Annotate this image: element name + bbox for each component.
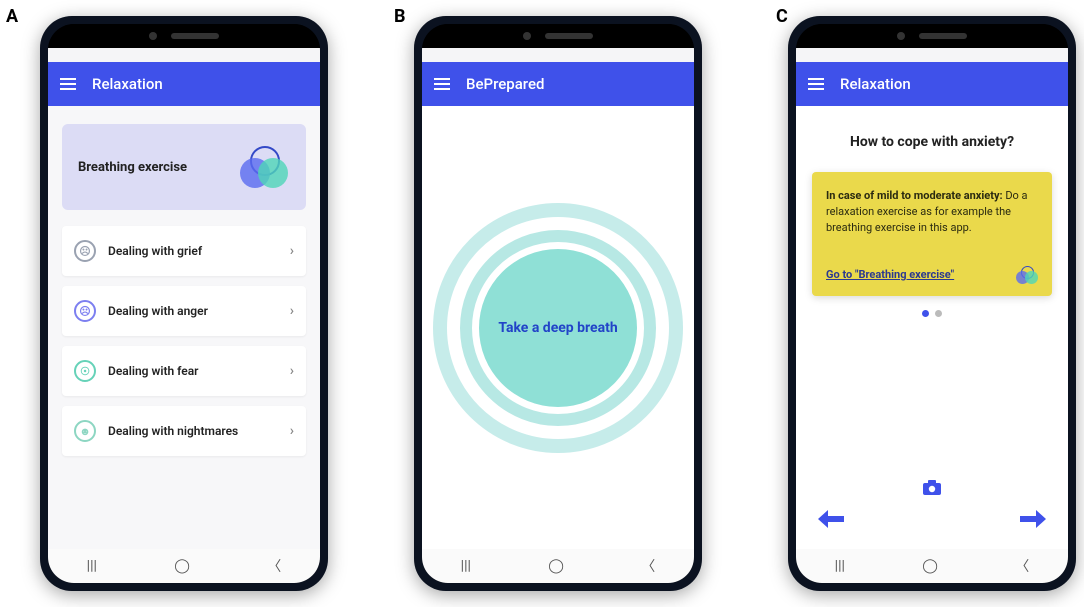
home-button[interactable]: ◯ — [174, 558, 190, 574]
face-angry-icon: ☹ — [74, 300, 96, 322]
prev-arrow-button[interactable] — [816, 507, 846, 537]
chevron-right-icon: › — [290, 303, 294, 319]
list-item-fear[interactable]: ☉ Dealing with fear › — [62, 346, 306, 396]
menu-icon[interactable] — [60, 78, 76, 90]
menu-icon[interactable] — [808, 78, 824, 90]
face-tired-icon: ☻ — [74, 420, 96, 442]
front-camera — [149, 32, 157, 40]
app-title: Relaxation — [92, 75, 163, 93]
hero-title: Breathing exercise — [78, 160, 187, 175]
phone-b: BePrepared Take a deep breath ||| ◯ 〈 — [414, 16, 702, 591]
phone-hardware-top — [422, 24, 694, 48]
list-item-grief[interactable]: ☹ Dealing with grief › — [62, 226, 306, 276]
list-item-label: Dealing with grief — [108, 244, 202, 258]
advice-strong: In case of mild to moderate anxiety: — [826, 189, 1003, 202]
status-bar — [422, 48, 694, 62]
recents-button[interactable]: ||| — [461, 558, 471, 574]
earpiece-speaker — [171, 33, 219, 39]
earpiece-speaker — [545, 33, 593, 39]
back-button[interactable]: 〈 — [1015, 556, 1029, 576]
screen-content: How to cope with anxiety? In case of mil… — [796, 106, 1068, 549]
recents-button[interactable]: ||| — [835, 558, 845, 574]
venn-icon — [1016, 266, 1038, 284]
goto-breathing-link[interactable]: Go to "Breathing exercise" — [826, 266, 1038, 284]
front-camera — [523, 32, 531, 40]
list-item-label: Dealing with anger — [108, 304, 208, 318]
system-nav-bar: ||| ◯ 〈 — [422, 549, 694, 583]
system-nav-bar: ||| ◯ 〈 — [48, 549, 320, 583]
phone-c: Relaxation How to cope with anxiety? In … — [788, 16, 1076, 591]
front-camera — [897, 32, 905, 40]
page-dot-active — [922, 310, 929, 317]
panel-label-b: B — [394, 6, 406, 27]
back-button[interactable]: 〈 — [641, 556, 655, 576]
camera-icon[interactable] — [922, 480, 942, 501]
face-fear-icon: ☉ — [74, 360, 96, 382]
screen-content: Take a deep breath — [422, 106, 694, 549]
screen-content: Breathing exercise ☹ Dealing with grief … — [48, 106, 320, 549]
app-title: BePrepared — [466, 75, 544, 93]
app-bar: Relaxation — [48, 62, 320, 106]
earpiece-speaker — [919, 33, 967, 39]
status-bar — [48, 48, 320, 62]
phone-a: Relaxation Breathing exercise ☹ Dealing … — [40, 16, 328, 591]
system-nav-bar: ||| ◯ 〈 — [796, 549, 1068, 583]
chevron-right-icon: › — [290, 423, 294, 439]
list-item-label: Dealing with fear — [108, 364, 199, 378]
chevron-right-icon: › — [290, 243, 294, 259]
app-title: Relaxation — [840, 75, 911, 93]
phone-hardware-top — [48, 24, 320, 48]
advice-card: In case of mild to moderate anxiety: Do … — [812, 172, 1052, 296]
venn-icon — [236, 146, 290, 188]
menu-icon[interactable] — [434, 78, 450, 90]
back-button[interactable]: 〈 — [267, 556, 281, 576]
panel-label-a: A — [6, 6, 18, 27]
list-item-anger[interactable]: ☹ Dealing with anger › — [62, 286, 306, 336]
app-bar: Relaxation — [796, 62, 1068, 106]
page-indicator — [812, 310, 1052, 317]
home-button[interactable]: ◯ — [548, 558, 564, 574]
list-item-label: Dealing with nightmares — [108, 424, 238, 438]
status-bar — [796, 48, 1068, 62]
chevron-right-icon: › — [290, 363, 294, 379]
list-item-nightmares[interactable]: ☻ Dealing with nightmares › — [62, 406, 306, 456]
panel-label-c: C — [776, 6, 788, 27]
home-button[interactable]: ◯ — [922, 558, 938, 574]
page-dot — [935, 310, 942, 317]
recents-button[interactable]: ||| — [87, 558, 97, 574]
breath-instruction: Take a deep breath — [498, 320, 617, 336]
page-heading: How to cope with anxiety? — [812, 134, 1052, 150]
goto-link-text: Go to "Breathing exercise" — [826, 267, 954, 283]
breathing-exercise-card[interactable]: Breathing exercise — [62, 124, 306, 210]
face-sad-icon: ☹ — [74, 240, 96, 262]
phone-hardware-top — [796, 24, 1068, 48]
next-arrow-button[interactable] — [1018, 507, 1048, 537]
app-bar: BePrepared — [422, 62, 694, 106]
breathing-animation: Take a deep breath — [422, 106, 694, 549]
